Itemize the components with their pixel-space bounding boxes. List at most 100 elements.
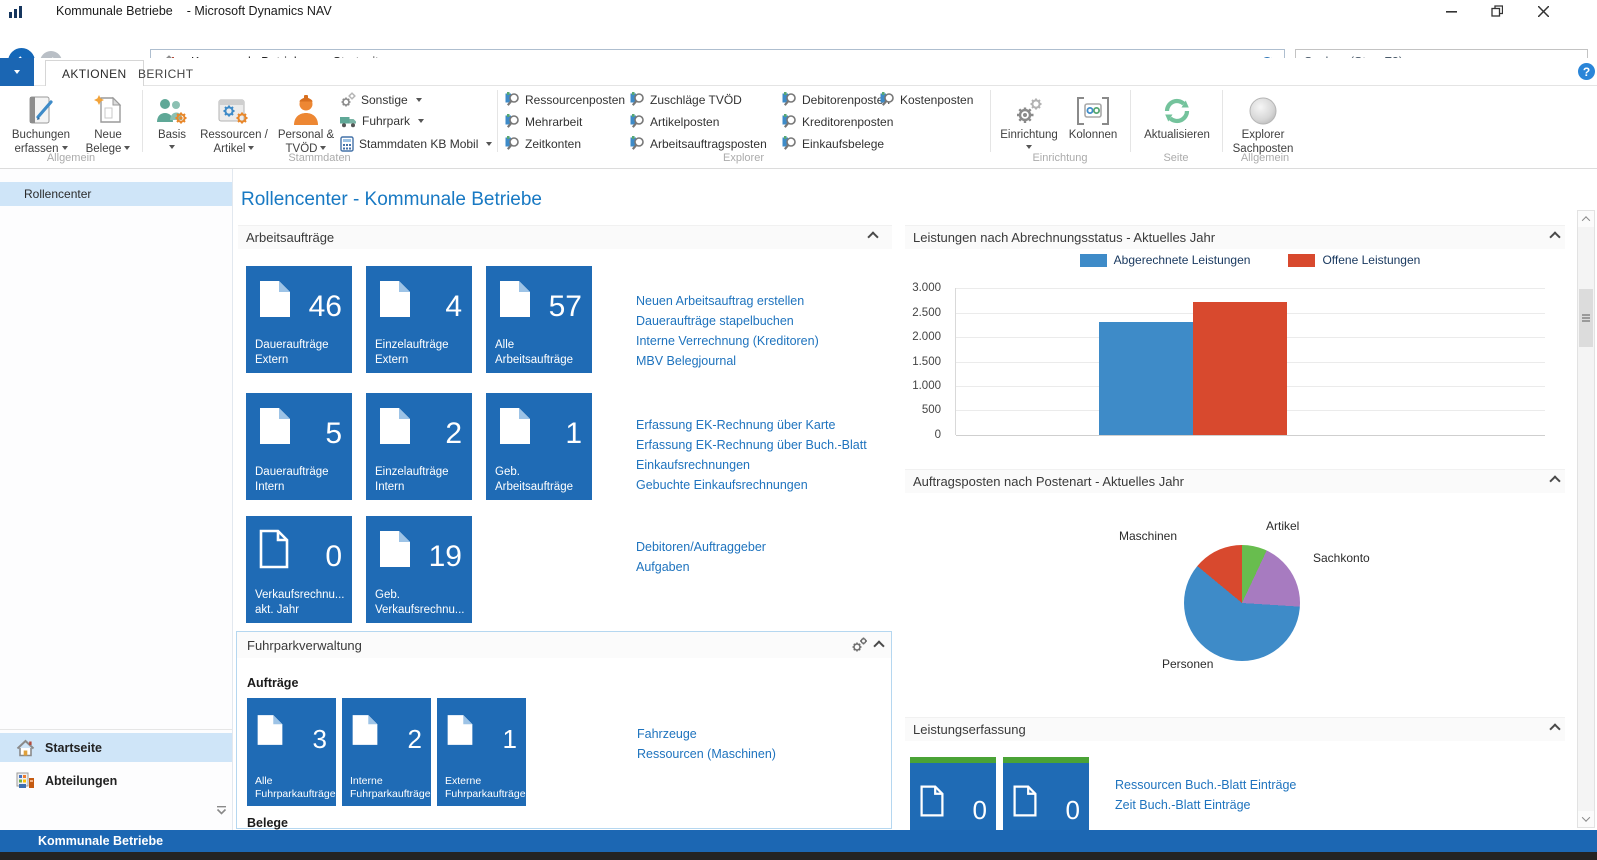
- application-menu-button[interactable]: [0, 58, 34, 86]
- document-icon: [378, 529, 412, 569]
- cue-tile-geb-arbeitsauftraege[interactable]: 1 Geb. Arbeitsaufträge: [486, 393, 592, 500]
- magnifier-icon: [782, 92, 797, 107]
- fuhrpark-button[interactable]: Fuhrpark: [340, 114, 424, 128]
- document-icon: [256, 713, 284, 747]
- explorer-item-ressourcenposten[interactable]: Ressourcenposten: [505, 92, 625, 107]
- basis-button[interactable]: Basis: [150, 88, 194, 149]
- kolonnen-button[interactable]: Kolonnen: [1064, 88, 1122, 143]
- cue-tile-dauerauftraege-intern[interactable]: 5 Daueraufträge Intern: [246, 393, 352, 500]
- link-einkaufsrechnungen[interactable]: Einkaufsrechnungen: [636, 455, 867, 475]
- sidebar-item-startseite[interactable]: Startseite: [0, 733, 232, 762]
- minimize-button[interactable]: [1435, 0, 1467, 22]
- section-actions-gear-icon[interactable]: [851, 637, 868, 653]
- ribbon-divider: [1130, 90, 1131, 152]
- dropdown-caret-icon: [320, 146, 326, 150]
- personal-tvoed-button[interactable]: Personal & TVÖD: [276, 88, 336, 157]
- kolonnen-icon: [1064, 88, 1122, 126]
- neue-belege-button[interactable]: Neue Belege: [80, 88, 136, 157]
- link-gebuchte-einkaufsrechnungen[interactable]: Gebuchte Einkaufsrechnungen: [636, 475, 867, 495]
- link-ressourcen-maschinen[interactable]: Ressourcen (Maschinen): [637, 744, 776, 764]
- legend-swatch-blue: [1080, 254, 1107, 267]
- status-company-name: Kommunale Betriebe: [38, 834, 163, 848]
- link-mbv-belegjournal[interactable]: MBV Belegjournal: [636, 351, 819, 371]
- cue-tile-geb-verkaufsrechnungen[interactable]: 19 Geb. Verkaufsrechnu...: [366, 516, 472, 623]
- section-header-leistungserfassung: Leistungserfassung: [905, 717, 1565, 741]
- link-interne-verrechnung-kreditoren[interactable]: Interne Verrechnung (Kreditoren): [636, 331, 819, 351]
- fuhrpark-subheader-auftraege: Aufträge: [247, 676, 298, 690]
- chart-legend: Abgerechnete Leistungen Offene Leistunge…: [955, 253, 1545, 267]
- cue-tile-dauerauftraege-extern[interactable]: 46 Daueraufträge Extern: [246, 266, 352, 373]
- cue-tile-externe-fuhrparkauftraege[interactable]: 1 Externe Fuhrparkaufträge: [437, 698, 526, 806]
- navigation-pane: Rollencenter Startseite Abteilungen: [0, 169, 233, 830]
- pie-chart: [1184, 545, 1300, 661]
- link-neuen-arbeitsauftrag-erstellen[interactable]: Neuen Arbeitsauftrag erstellen: [636, 291, 819, 311]
- application-window: Kommunale Betriebe- Microsoft Dynamics N…: [0, 0, 1597, 860]
- explorer-item-einkaufsbelege[interactable]: Einkaufsbelege: [782, 136, 884, 151]
- sonstige-button[interactable]: Sonstige: [340, 92, 422, 108]
- status-bar: Kommunale Betriebe: [0, 830, 1597, 852]
- section-header-leistungen: Leistungen nach Abrechnungsstatus - Aktu…: [905, 225, 1565, 249]
- help-button[interactable]: ?: [1578, 63, 1595, 80]
- refresh-icon: [1138, 88, 1216, 126]
- legend-swatch-red: [1288, 254, 1315, 267]
- restore-button[interactable]: [1481, 0, 1513, 22]
- explorer-item-debitorenposten[interactable]: Debitorenposten: [782, 92, 890, 107]
- scrollbar-thumb[interactable]: [1579, 289, 1593, 347]
- sidebar-item-rollencenter[interactable]: Rollencenter: [0, 182, 232, 206]
- sidebar-item-abteilungen[interactable]: Abteilungen: [0, 766, 232, 795]
- cue-tile-ressourcen-buchblatt[interactable]: 0: [910, 757, 996, 830]
- group-label-seite: Seite: [1130, 152, 1222, 164]
- cue-tile-zeit-buchblatt[interactable]: 0: [1003, 757, 1089, 830]
- cue-tile-alle-fuhrparkauftraege[interactable]: 3 Alle Fuhrparkaufträge: [247, 698, 336, 806]
- sidebar-divider: [0, 729, 232, 730]
- link-dauerauftraege-stapelbuchen[interactable]: Daueraufträge stapelbuchen: [636, 311, 819, 331]
- dropdown-caret-icon: [486, 142, 492, 146]
- document-icon: [498, 279, 532, 319]
- cue-tile-interne-fuhrparkauftraege[interactable]: 2 Interne Fuhrparkaufträge: [342, 698, 431, 806]
- dropdown-caret-icon: [62, 146, 68, 150]
- close-button[interactable]: [1527, 0, 1559, 22]
- cue-tile-einzelauftraege-extern[interactable]: 4 Einzelaufträge Extern: [366, 266, 472, 373]
- explorer-item-mehrarbeit[interactable]: Mehrarbeit: [505, 114, 582, 129]
- link-erfassung-ek-rechnung-buchblatt[interactable]: Erfassung EK-Rechnung über Buch.-Blatt: [636, 435, 867, 455]
- link-zeit-buchblatt-eintraege[interactable]: Zeit Buch.-Blatt Einträge: [1115, 795, 1296, 815]
- pie-label-artikel: Artikel: [1266, 519, 1299, 533]
- sidebar-collapse-chevron[interactable]: [216, 805, 227, 819]
- link-ressourcen-buchblatt-eintraege[interactable]: Ressourcen Buch.-Blatt Einträge: [1115, 775, 1296, 795]
- explorer-item-zuschlaege-tvoed[interactable]: Zuschläge TVÖD: [630, 92, 742, 107]
- link-erfassung-ek-rechnung-karte[interactable]: Erfassung EK-Rechnung über Karte: [636, 415, 867, 435]
- tab-bericht[interactable]: BERICHT: [122, 60, 209, 87]
- link-aufgaben[interactable]: Aufgaben: [636, 557, 766, 577]
- page-title: Rollencenter - Kommunale Betriebe: [241, 189, 542, 211]
- magnifier-icon: [630, 92, 645, 107]
- vertical-scrollbar[interactable]: [1577, 210, 1595, 828]
- cue-tile-einzelauftraege-intern[interactable]: 2 Einzelaufträge Intern: [366, 393, 472, 500]
- magnifier-icon: [630, 136, 645, 151]
- document-icon: [378, 279, 412, 319]
- explorer-item-arbeitsauftragsposten[interactable]: Arbeitsauftragsposten: [630, 136, 767, 151]
- explorer-item-kostenposten[interactable]: Kostenposten: [880, 92, 973, 107]
- scroll-down-button[interactable]: [1578, 811, 1594, 827]
- fuhrpark-subheader-belege: Belege: [247, 816, 288, 830]
- scroll-up-button[interactable]: [1578, 211, 1594, 227]
- aktualisieren-button[interactable]: Aktualisieren: [1138, 88, 1216, 143]
- journal-pencil-icon: [8, 88, 74, 126]
- group-label-allgemein: Allgemein: [0, 152, 142, 164]
- explorer-sachposten-button[interactable]: Explorer Sachposten: [1230, 88, 1296, 157]
- home-icon: [16, 739, 35, 757]
- document-icon: [351, 713, 379, 747]
- link-fahrzeuge[interactable]: Fahrzeuge: [637, 724, 776, 744]
- link-debitoren-auftraggeber[interactable]: Debitoren/Auftraggeber: [636, 537, 766, 557]
- einrichtung-button[interactable]: Einrichtung: [998, 88, 1060, 149]
- document-icon: [378, 406, 412, 446]
- explorer-item-zeitkonten[interactable]: Zeitkonten: [505, 136, 581, 151]
- buchungen-erfassen-button[interactable]: Buchungen erfassen: [8, 88, 74, 157]
- explorer-item-artikelposten[interactable]: Artikelposten: [630, 114, 719, 129]
- cue-tile-verkaufsrechnungen-akt-jahr[interactable]: 0 Verkaufsrechnu... akt. Jahr: [246, 516, 352, 623]
- stammdaten-kb-mobil-button[interactable]: Stammdaten KB Mobil: [340, 136, 492, 152]
- magnifier-icon: [630, 114, 645, 129]
- cue-tile-alle-arbeitsauftraege[interactable]: 57 Alle Arbeitsaufträge: [486, 266, 592, 373]
- ressourcen-artikel-button[interactable]: Ressourcen / Artikel: [198, 88, 270, 157]
- pie-label-sachkonto: Sachkonto: [1313, 551, 1370, 565]
- explorer-item-kreditorenposten[interactable]: Kreditorenposten: [782, 114, 893, 129]
